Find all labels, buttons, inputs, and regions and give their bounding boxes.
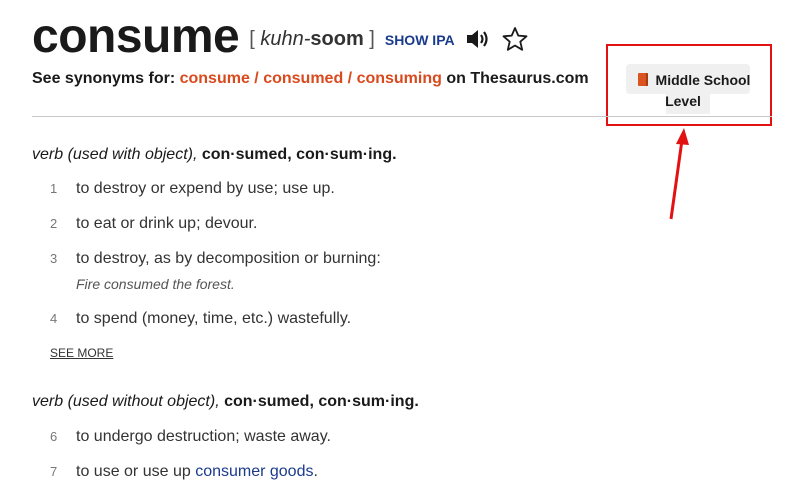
- part-of-speech: verb (used without object),: [32, 393, 220, 410]
- synonym-link-consume[interactable]: consume: [180, 70, 250, 87]
- definition-number: 7: [50, 464, 58, 479]
- pron-stressed: soom: [310, 27, 364, 50]
- headword: consume: [32, 9, 240, 63]
- synonym-link-consuming[interactable]: consuming: [357, 70, 442, 87]
- speaker-icon[interactable]: [465, 28, 491, 50]
- synonym-link-consumed[interactable]: consumed: [263, 70, 343, 87]
- show-ipa-button[interactable]: SHOW IPA: [385, 32, 455, 48]
- definition-text-end: .: [313, 463, 318, 480]
- pron-unstressed: kuhn-: [260, 27, 311, 50]
- definition-text: to undergo destruction; waste away.: [76, 428, 331, 445]
- definition-number: 3: [50, 251, 58, 266]
- definition-item: 2 to eat or drink up; devour.: [50, 215, 257, 233]
- definition-text: to destroy, as by decomposition or burni…: [76, 250, 381, 267]
- definition-number: 1: [50, 181, 58, 196]
- inflections: con·sumed, con·sum·ing.: [201, 146, 397, 163]
- headword-row: consume [ kuhn-soom ] SHOW IPA: [32, 8, 529, 64]
- part-of-speech-line: verb (used with object), con·sumed, con·…: [32, 146, 397, 164]
- annotation-highlight-box: [606, 44, 772, 126]
- definition-number: 4: [50, 311, 58, 326]
- inflections: con·sumed, con·sum·ing.: [224, 393, 419, 410]
- synonym-separator: /: [249, 70, 264, 87]
- annotation-arrow: [669, 128, 689, 220]
- definition-text: to destroy or expend by use; use up.: [76, 180, 335, 197]
- definition-item: 7 to use or use up consumer goods.: [50, 463, 318, 481]
- part-of-speech-line: verb (used without object), con·sumed, c…: [32, 393, 419, 411]
- pron-close-bracket: ]: [369, 27, 375, 50]
- definition-example: Fire consumed the forest.: [76, 276, 235, 292]
- star-outline-icon[interactable]: [501, 26, 529, 52]
- definition-number: 6: [50, 429, 58, 444]
- definition-text: to use or use up: [76, 463, 196, 480]
- synonyms-line: See synonyms for: consume / consumed / c…: [32, 70, 589, 88]
- pron-open-bracket: [: [249, 27, 255, 50]
- definition-text: to spend (money, time, etc.) wastefully.: [76, 310, 352, 327]
- definition-number: 2: [50, 216, 58, 231]
- definition-item: 3 to destroy, as by decomposition or burn…: [50, 250, 381, 268]
- consumer-goods-link[interactable]: consumer goods: [195, 463, 313, 480]
- divider: [32, 116, 772, 117]
- synonyms-prefix: See synonyms for:: [32, 70, 176, 87]
- definition-text: to eat or drink up; devour.: [76, 215, 258, 232]
- synonyms-suffix: on Thesaurus.com: [446, 70, 589, 87]
- synonym-separator: /: [343, 70, 357, 87]
- definition-item: 1 to destroy or expend by use; use up.: [50, 180, 335, 198]
- see-more-link[interactable]: SEE MORE: [50, 346, 113, 360]
- part-of-speech: verb (used with object),: [32, 146, 198, 163]
- pronunciation: [ kuhn-soom ]: [249, 28, 375, 51]
- definition-item: 4 to spend (money, time, etc.) wastefully…: [50, 310, 351, 328]
- definition-item: 6 to undergo destruction; waste away.: [50, 428, 331, 446]
